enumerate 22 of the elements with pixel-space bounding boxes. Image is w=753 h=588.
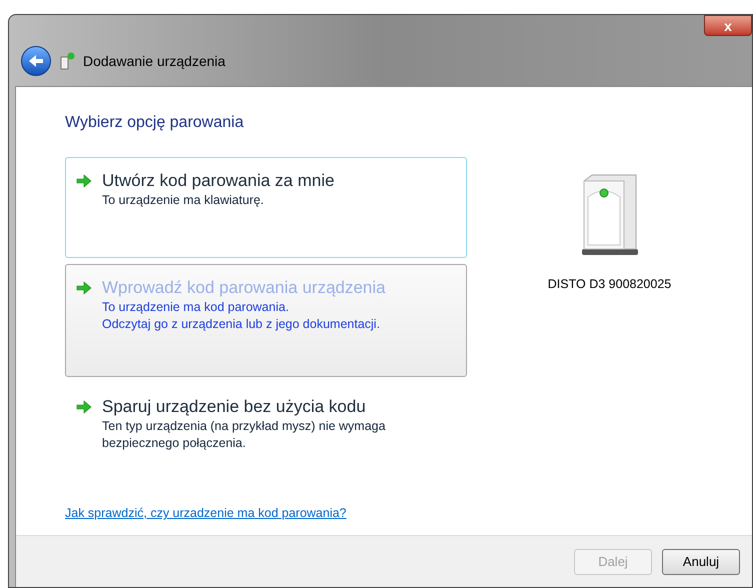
page-heading: Wybierz opcję parowania — [65, 113, 245, 133]
dialog-button[interactable]: Anuluj — [662, 548, 740, 574]
option-description: To urządzenie ma klawiaturę. — [102, 192, 265, 209]
option-description: bezpiecznego połączenia. — [102, 435, 247, 452]
arrow-icon — [76, 400, 92, 414]
back-button[interactable] — [21, 46, 51, 76]
pairing-option[interactable]: Wprowadź kod parowania urządzenia To urządzenie ma kod parowania. Odczytaj go z urządzenia lub z jego dokumentacji. — [65, 264, 467, 377]
option-description: Ten typ urządzenia (na przykład mysz) nie wymaga — [102, 418, 386, 435]
pairing-option[interactable]: Utwórz kod parowania za mnie To urządzenie ma klawiaturę. — [65, 157, 467, 258]
device-add-icon — [59, 52, 75, 70]
device-name: DISTO D3 900820025 — [548, 276, 672, 293]
option-title: Utwórz kod parowania za mnie — [102, 170, 334, 192]
window-title: Dodawanie urządzenia — [83, 52, 226, 71]
option-description: To urządzenie ma kod parowania. — [102, 299, 290, 316]
back-arrow-icon — [28, 54, 44, 68]
help-link[interactable]: Jak sprawdzić, czy urzadzenie ma kod parowania? — [65, 504, 346, 523]
arrow-icon — [76, 174, 92, 188]
option-title: Sparuj urządzenie bez użycia kodu — [102, 396, 367, 418]
option-title: Wprowadź kod parowania urządzenia — [102, 277, 386, 299]
close-button[interactable]: x — [704, 15, 752, 36]
arrow-icon — [76, 281, 92, 295]
option-description: Odczytaj go z urządzenia lub z jego dokumentacji. — [102, 316, 381, 333]
